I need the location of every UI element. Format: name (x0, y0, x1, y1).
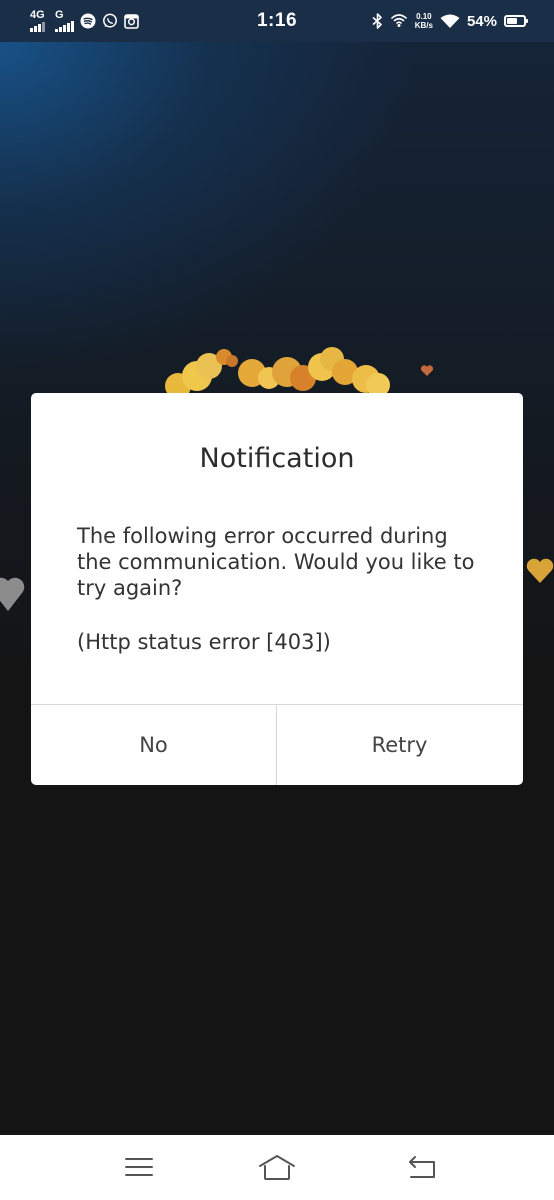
heart-icon (420, 365, 434, 376)
battery-icon (504, 15, 528, 27)
battery-percent: 54% (466, 12, 497, 30)
navigation-bar (0, 1135, 554, 1200)
bluetooth-icon (372, 13, 382, 29)
status-bar: 4G G 1:16 0.10 KB/s 54% (0, 0, 554, 42)
menu-button[interactable] (119, 1149, 159, 1185)
data-speed: 0.10 KB/s (415, 12, 433, 30)
data-speed-unit: KB/s (414, 21, 433, 30)
dialog-message: The following error occurred during the … (77, 524, 475, 600)
back-icon (409, 1156, 435, 1178)
back-button[interactable] (402, 1149, 442, 1185)
menu-icon (125, 1158, 153, 1176)
retry-button[interactable]: Retry (277, 705, 522, 785)
heart-icon (0, 577, 25, 611)
no-button[interactable]: No (31, 705, 276, 785)
status-right-icons: 0.10 KB/s 54% (372, 10, 528, 32)
home-icon (259, 1155, 295, 1180)
wifi-icon (440, 14, 460, 28)
heart-icon (526, 558, 554, 583)
decorative-flower-cluster (160, 345, 400, 399)
dialog-error-status: (Http status error [403]) (77, 630, 331, 654)
data-speed-value: 0.10 (416, 12, 432, 21)
notification-dialog: Notification The following error occurre… (31, 393, 523, 785)
wifi-calling-icon (390, 14, 407, 27)
home-button[interactable] (257, 1149, 297, 1185)
dialog-title: Notification (199, 443, 355, 474)
